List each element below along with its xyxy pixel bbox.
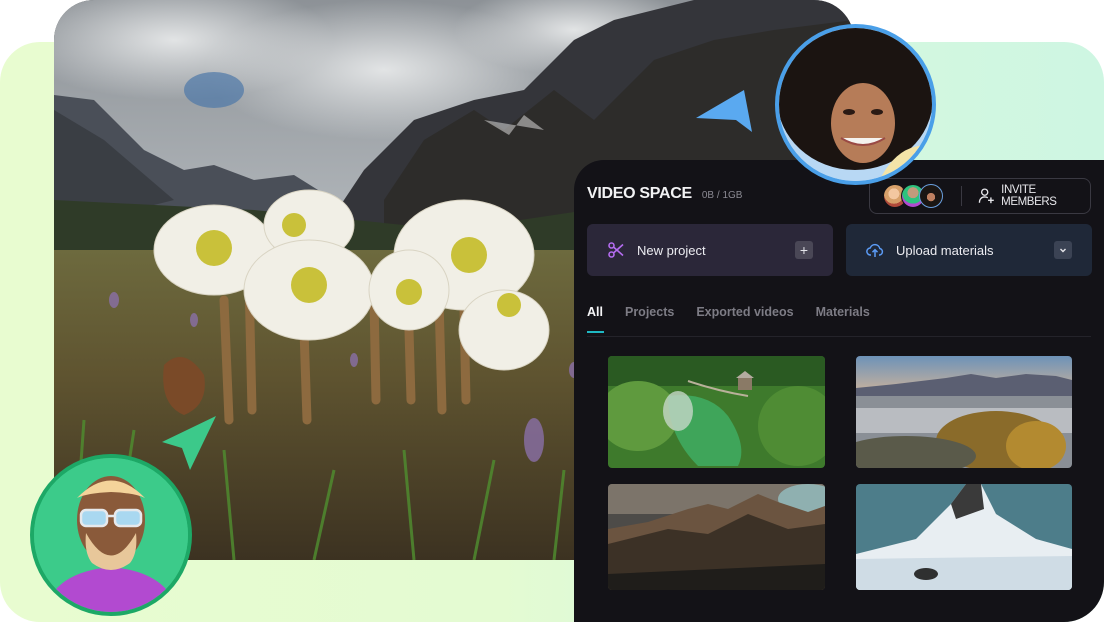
new-project-button[interactable]: New project + <box>587 224 833 276</box>
video-space-panel: VIDEO SPACE 0B / 1GB INVITE MEMBERS New … <box>574 160 1104 622</box>
collaborator-avatar-man <box>30 454 192 616</box>
members-bar: INVITE MEMBERS <box>869 178 1091 214</box>
content-tabs: All Projects Exported videos Materials <box>587 305 892 333</box>
collaborator-cursor-icon <box>696 90 752 132</box>
chevron-down-icon[interactable] <box>1054 241 1072 259</box>
thumbnail-misty-valley[interactable] <box>856 356 1072 468</box>
tab-projects[interactable]: Projects <box>625 305 674 333</box>
collaborator-cursor-icon <box>162 416 216 470</box>
divider <box>961 186 962 206</box>
upload-materials-label: Upload materials <box>896 242 994 258</box>
add-user-icon <box>978 188 994 204</box>
collaborator-avatar-woman <box>775 24 936 185</box>
tab-exported-videos[interactable]: Exported videos <box>696 305 793 333</box>
new-project-label: New project <box>637 242 706 258</box>
upload-materials-button[interactable]: Upload materials <box>846 224 1092 276</box>
plus-icon[interactable]: + <box>795 241 813 259</box>
invite-members-label: INVITE MEMBERS <box>1001 184 1057 208</box>
member-avatars[interactable] <box>883 184 943 208</box>
thumbnail-snowy-mountain[interactable] <box>856 484 1072 590</box>
thumbnail-mountain-ridge[interactable] <box>608 484 825 590</box>
thumbnail-forest-spring[interactable] <box>608 356 825 468</box>
panel-header: VIDEO SPACE 0B / 1GB <box>587 185 742 203</box>
panel-title: VIDEO SPACE <box>587 185 692 202</box>
tab-materials[interactable]: Materials <box>816 305 870 333</box>
member-avatar[interactable] <box>919 184 943 208</box>
tabs-divider <box>587 336 1091 337</box>
storage-quota: 0B / 1GB <box>701 190 743 201</box>
invite-members-button[interactable]: INVITE MEMBERS <box>978 184 1090 208</box>
cloud-upload-icon <box>866 243 884 257</box>
scissors-icon <box>608 242 624 258</box>
tab-all[interactable]: All <box>587 305 604 333</box>
